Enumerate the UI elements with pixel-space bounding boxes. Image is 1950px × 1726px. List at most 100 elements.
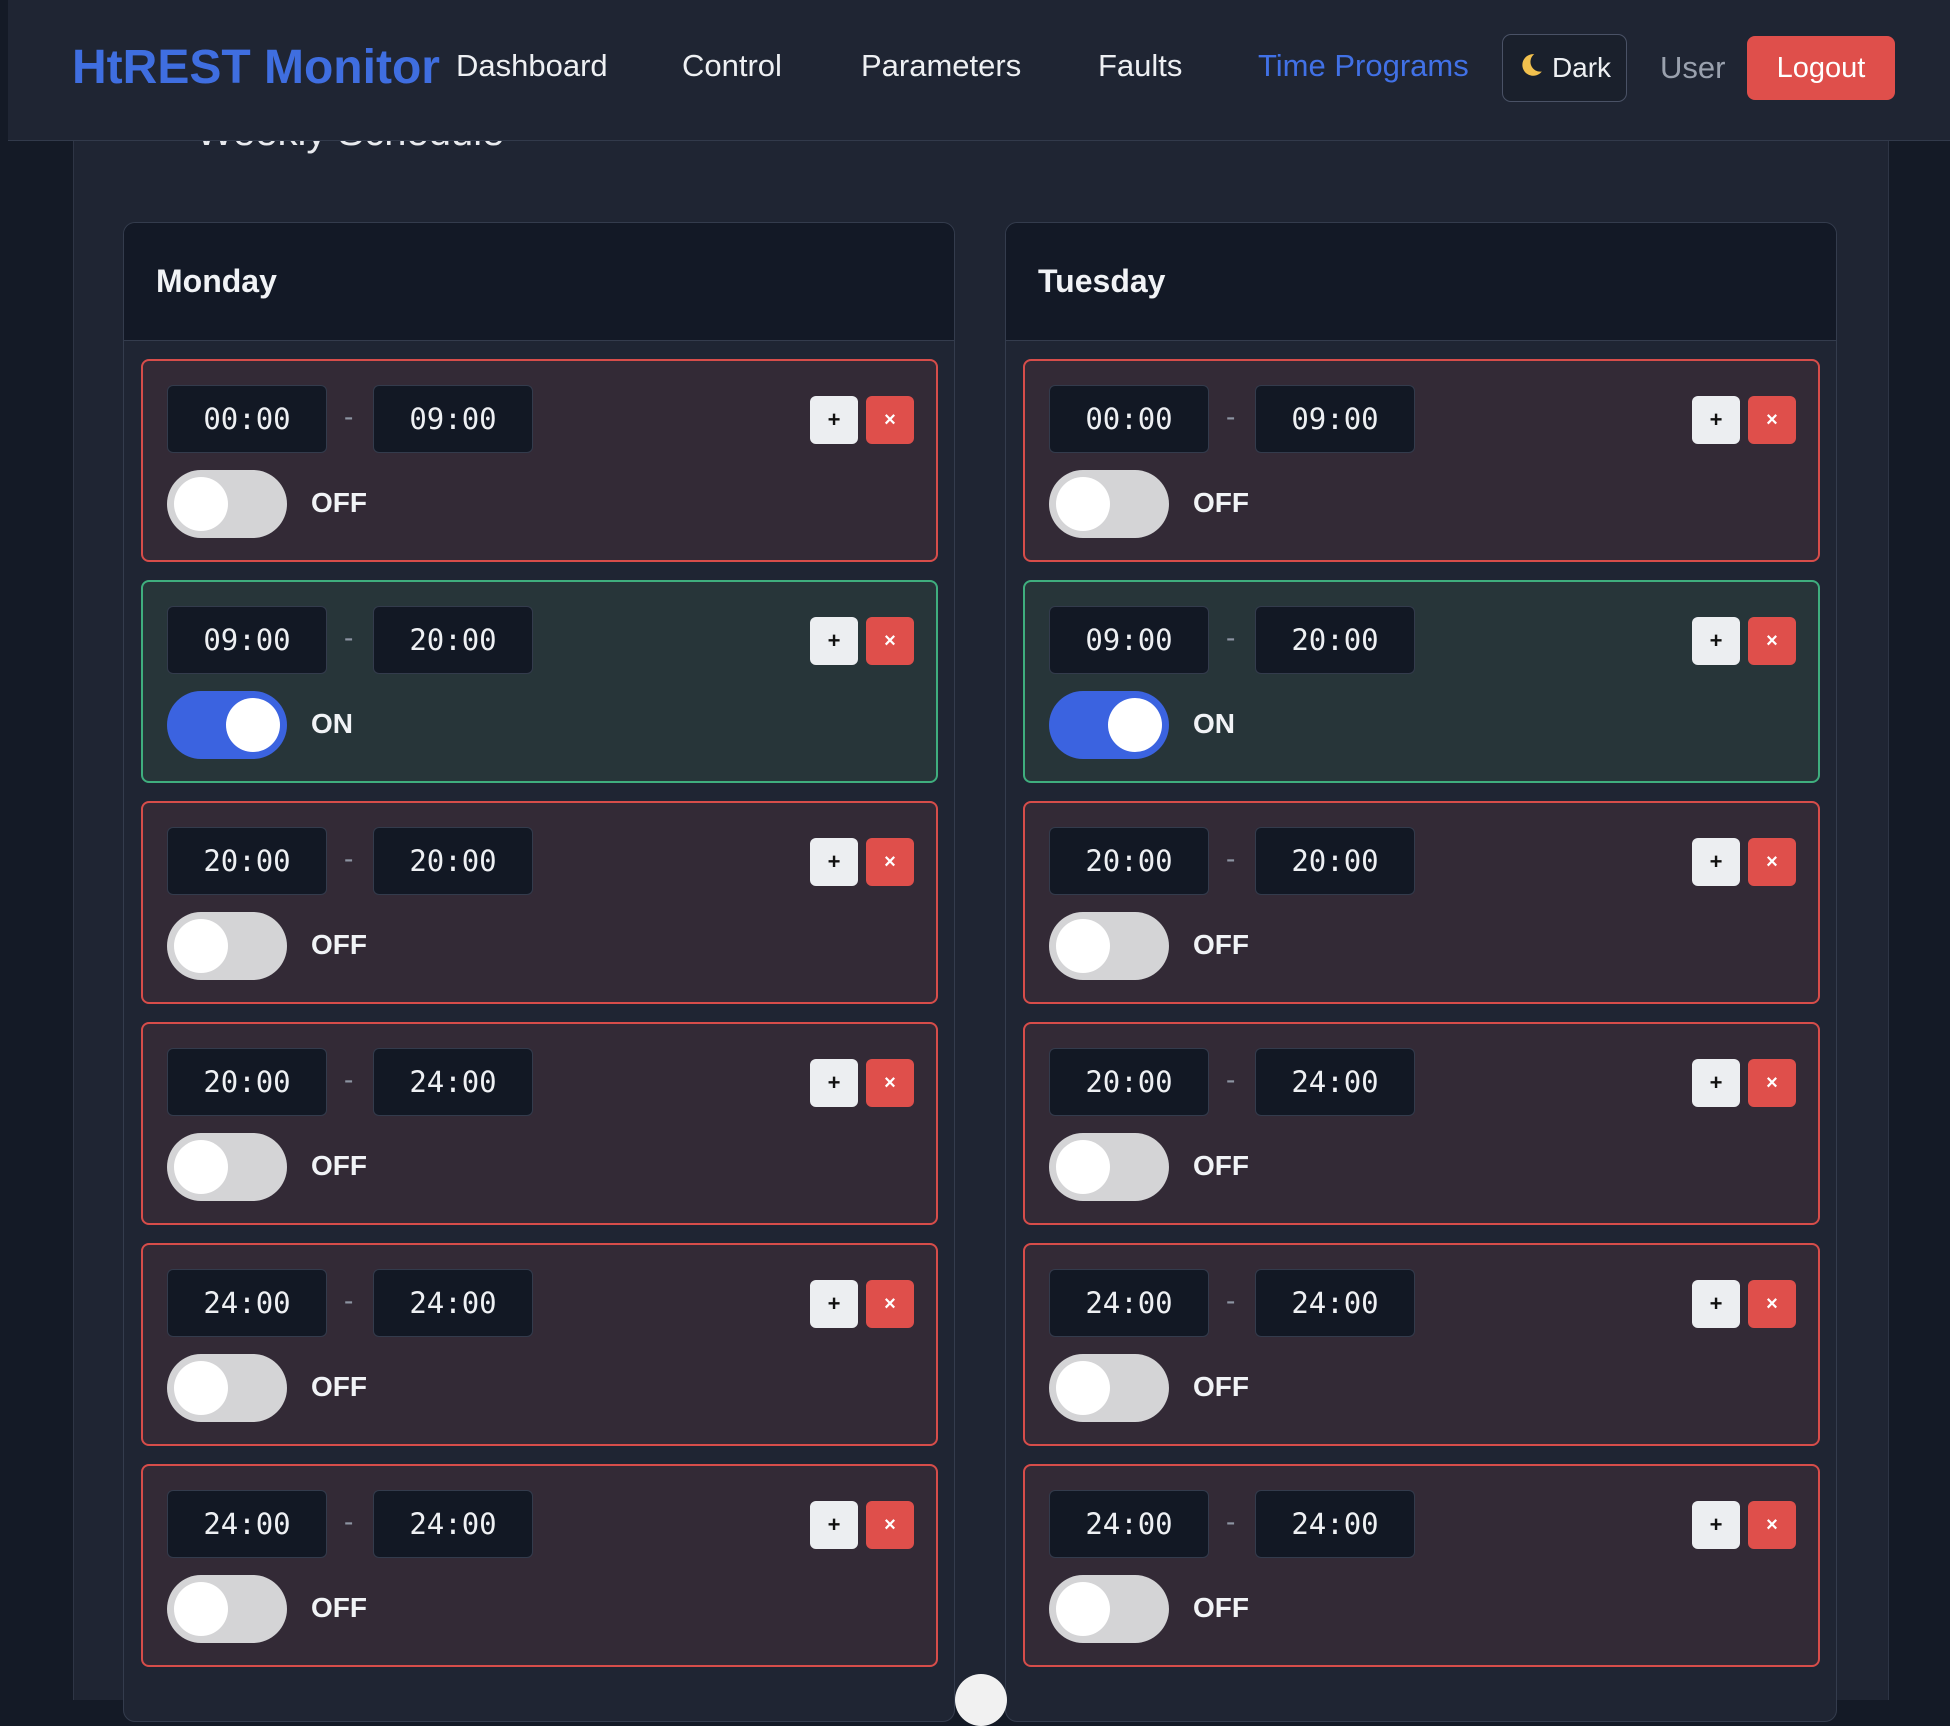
- add-slot-button[interactable]: +: [1692, 1059, 1740, 1107]
- add-slot-button[interactable]: +: [810, 617, 858, 665]
- slot-toggle[interactable]: [167, 1354, 287, 1422]
- add-slot-button[interactable]: +: [810, 838, 858, 886]
- slot-toggle[interactable]: [1049, 470, 1169, 538]
- end-time-input[interactable]: 20:00: [373, 827, 533, 895]
- toggle-knob: [1108, 698, 1162, 752]
- start-time-input[interactable]: 24:00: [1049, 1269, 1209, 1337]
- remove-slot-button[interactable]: ×: [866, 1280, 914, 1328]
- add-slot-button[interactable]: +: [1692, 396, 1740, 444]
- remove-slot-button[interactable]: ×: [866, 1501, 914, 1549]
- add-slot-button[interactable]: +: [1692, 617, 1740, 665]
- add-slot-button[interactable]: +: [1692, 838, 1740, 886]
- remove-slot-button[interactable]: ×: [866, 1059, 914, 1107]
- slot-state-label: OFF: [1193, 929, 1249, 960]
- toggle-knob: [1056, 1140, 1110, 1194]
- start-time-input[interactable]: 20:00: [1049, 827, 1209, 895]
- toggle-knob: [1056, 919, 1110, 973]
- start-time-input[interactable]: 09:00: [1049, 606, 1209, 674]
- start-time-input[interactable]: 09:00: [167, 606, 327, 674]
- slot-state-label: OFF: [311, 929, 367, 960]
- add-slot-button[interactable]: +: [810, 396, 858, 444]
- start-time-input[interactable]: 24:00: [167, 1490, 327, 1558]
- nav-time-programs[interactable]: Time Programs: [1258, 48, 1469, 84]
- remove-slot-button[interactable]: ×: [866, 396, 914, 444]
- remove-slot-button[interactable]: ×: [1748, 617, 1796, 665]
- day-title: Tuesday: [1006, 223, 1836, 341]
- slot-toggle[interactable]: [1049, 1575, 1169, 1643]
- slot-toggle[interactable]: [1049, 1354, 1169, 1422]
- remove-slot-button[interactable]: ×: [1748, 1501, 1796, 1549]
- toggle-knob: [1056, 1361, 1110, 1415]
- day-title: Monday: [124, 223, 954, 341]
- add-slot-button[interactable]: +: [810, 1501, 858, 1549]
- nav-control[interactable]: Control: [682, 48, 782, 84]
- end-time-input[interactable]: 09:00: [1255, 385, 1415, 453]
- slot-state-label: OFF: [311, 487, 367, 518]
- end-time-input[interactable]: 24:00: [373, 1490, 533, 1558]
- add-slot-button[interactable]: +: [1692, 1280, 1740, 1328]
- end-time-input[interactable]: 20:00: [1255, 606, 1415, 674]
- toggle-knob: [1056, 1582, 1110, 1636]
- add-slot-button[interactable]: +: [810, 1059, 858, 1107]
- add-slot-button[interactable]: +: [1692, 1501, 1740, 1549]
- slot-state-label: ON: [311, 708, 353, 739]
- remove-slot-button[interactable]: ×: [1748, 838, 1796, 886]
- end-time-input[interactable]: 20:00: [1255, 827, 1415, 895]
- moon-icon: [1518, 52, 1544, 85]
- slot-state-label: ON: [1193, 708, 1235, 739]
- slot-toggle[interactable]: [167, 1575, 287, 1643]
- time-separator: -: [344, 843, 354, 874]
- nav-parameters[interactable]: Parameters: [861, 48, 1021, 84]
- start-time-input[interactable]: 20:00: [1049, 1048, 1209, 1116]
- remove-slot-button[interactable]: ×: [1748, 1280, 1796, 1328]
- toggle-knob: [174, 919, 228, 973]
- time-slot: 09:00-20:00 + × ON: [1023, 580, 1820, 783]
- end-time-input[interactable]: 24:00: [373, 1269, 533, 1337]
- scroll-to-top-button[interactable]: [955, 1674, 1007, 1726]
- slot-toggle[interactable]: [167, 470, 287, 538]
- nav-dashboard[interactable]: Dashboard: [456, 48, 608, 84]
- slot-toggle[interactable]: [1049, 691, 1169, 759]
- remove-slot-button[interactable]: ×: [866, 617, 914, 665]
- top-navbar: HtREST Monitor Dashboard Control Paramet…: [8, 0, 1950, 141]
- end-time-input[interactable]: 24:00: [373, 1048, 533, 1116]
- start-time-input[interactable]: 20:00: [167, 827, 327, 895]
- time-separator: -: [1226, 843, 1236, 874]
- start-time-input[interactable]: 24:00: [1049, 1490, 1209, 1558]
- toggle-knob: [174, 1140, 228, 1194]
- slot-state-label: OFF: [311, 1371, 367, 1402]
- slot-toggle[interactable]: [1049, 1133, 1169, 1201]
- slot-toggle[interactable]: [167, 691, 287, 759]
- day-card-tuesday: Tuesday 00:00-09:00 + × OFF 09:00-20:00 + × ON 2…: [1005, 222, 1837, 1722]
- time-separator: -: [344, 1285, 354, 1316]
- start-time-input[interactable]: 24:00: [167, 1269, 327, 1337]
- logout-button[interactable]: Logout: [1747, 36, 1895, 100]
- end-time-input[interactable]: 24:00: [1255, 1490, 1415, 1558]
- remove-slot-button[interactable]: ×: [866, 838, 914, 886]
- time-separator: -: [1226, 1506, 1236, 1537]
- time-slot: 20:00-20:00 + × OFF: [141, 801, 938, 1004]
- toggle-knob: [174, 477, 228, 531]
- end-time-input[interactable]: 20:00: [373, 606, 533, 674]
- end-time-input[interactable]: 24:00: [1255, 1048, 1415, 1116]
- slot-state-label: OFF: [1193, 487, 1249, 518]
- theme-toggle-button[interactable]: Dark: [1502, 34, 1627, 102]
- add-slot-button[interactable]: +: [810, 1280, 858, 1328]
- user-label: User: [1660, 50, 1726, 85]
- time-separator: -: [1226, 401, 1236, 432]
- start-time-input[interactable]: 00:00: [1049, 385, 1209, 453]
- start-time-input[interactable]: 20:00: [167, 1048, 327, 1116]
- start-time-input[interactable]: 00:00: [167, 385, 327, 453]
- nav-faults[interactable]: Faults: [1098, 48, 1182, 84]
- slot-toggle[interactable]: [167, 1133, 287, 1201]
- time-separator: -: [344, 1064, 354, 1095]
- brand-logo[interactable]: HtREST Monitor: [72, 40, 440, 95]
- slot-toggle[interactable]: [1049, 912, 1169, 980]
- end-time-input[interactable]: 09:00: [373, 385, 533, 453]
- remove-slot-button[interactable]: ×: [1748, 1059, 1796, 1107]
- time-slot: 20:00-24:00 + × OFF: [141, 1022, 938, 1225]
- slot-toggle[interactable]: [167, 912, 287, 980]
- slot-state-label: OFF: [311, 1592, 367, 1623]
- end-time-input[interactable]: 24:00: [1255, 1269, 1415, 1337]
- remove-slot-button[interactable]: ×: [1748, 396, 1796, 444]
